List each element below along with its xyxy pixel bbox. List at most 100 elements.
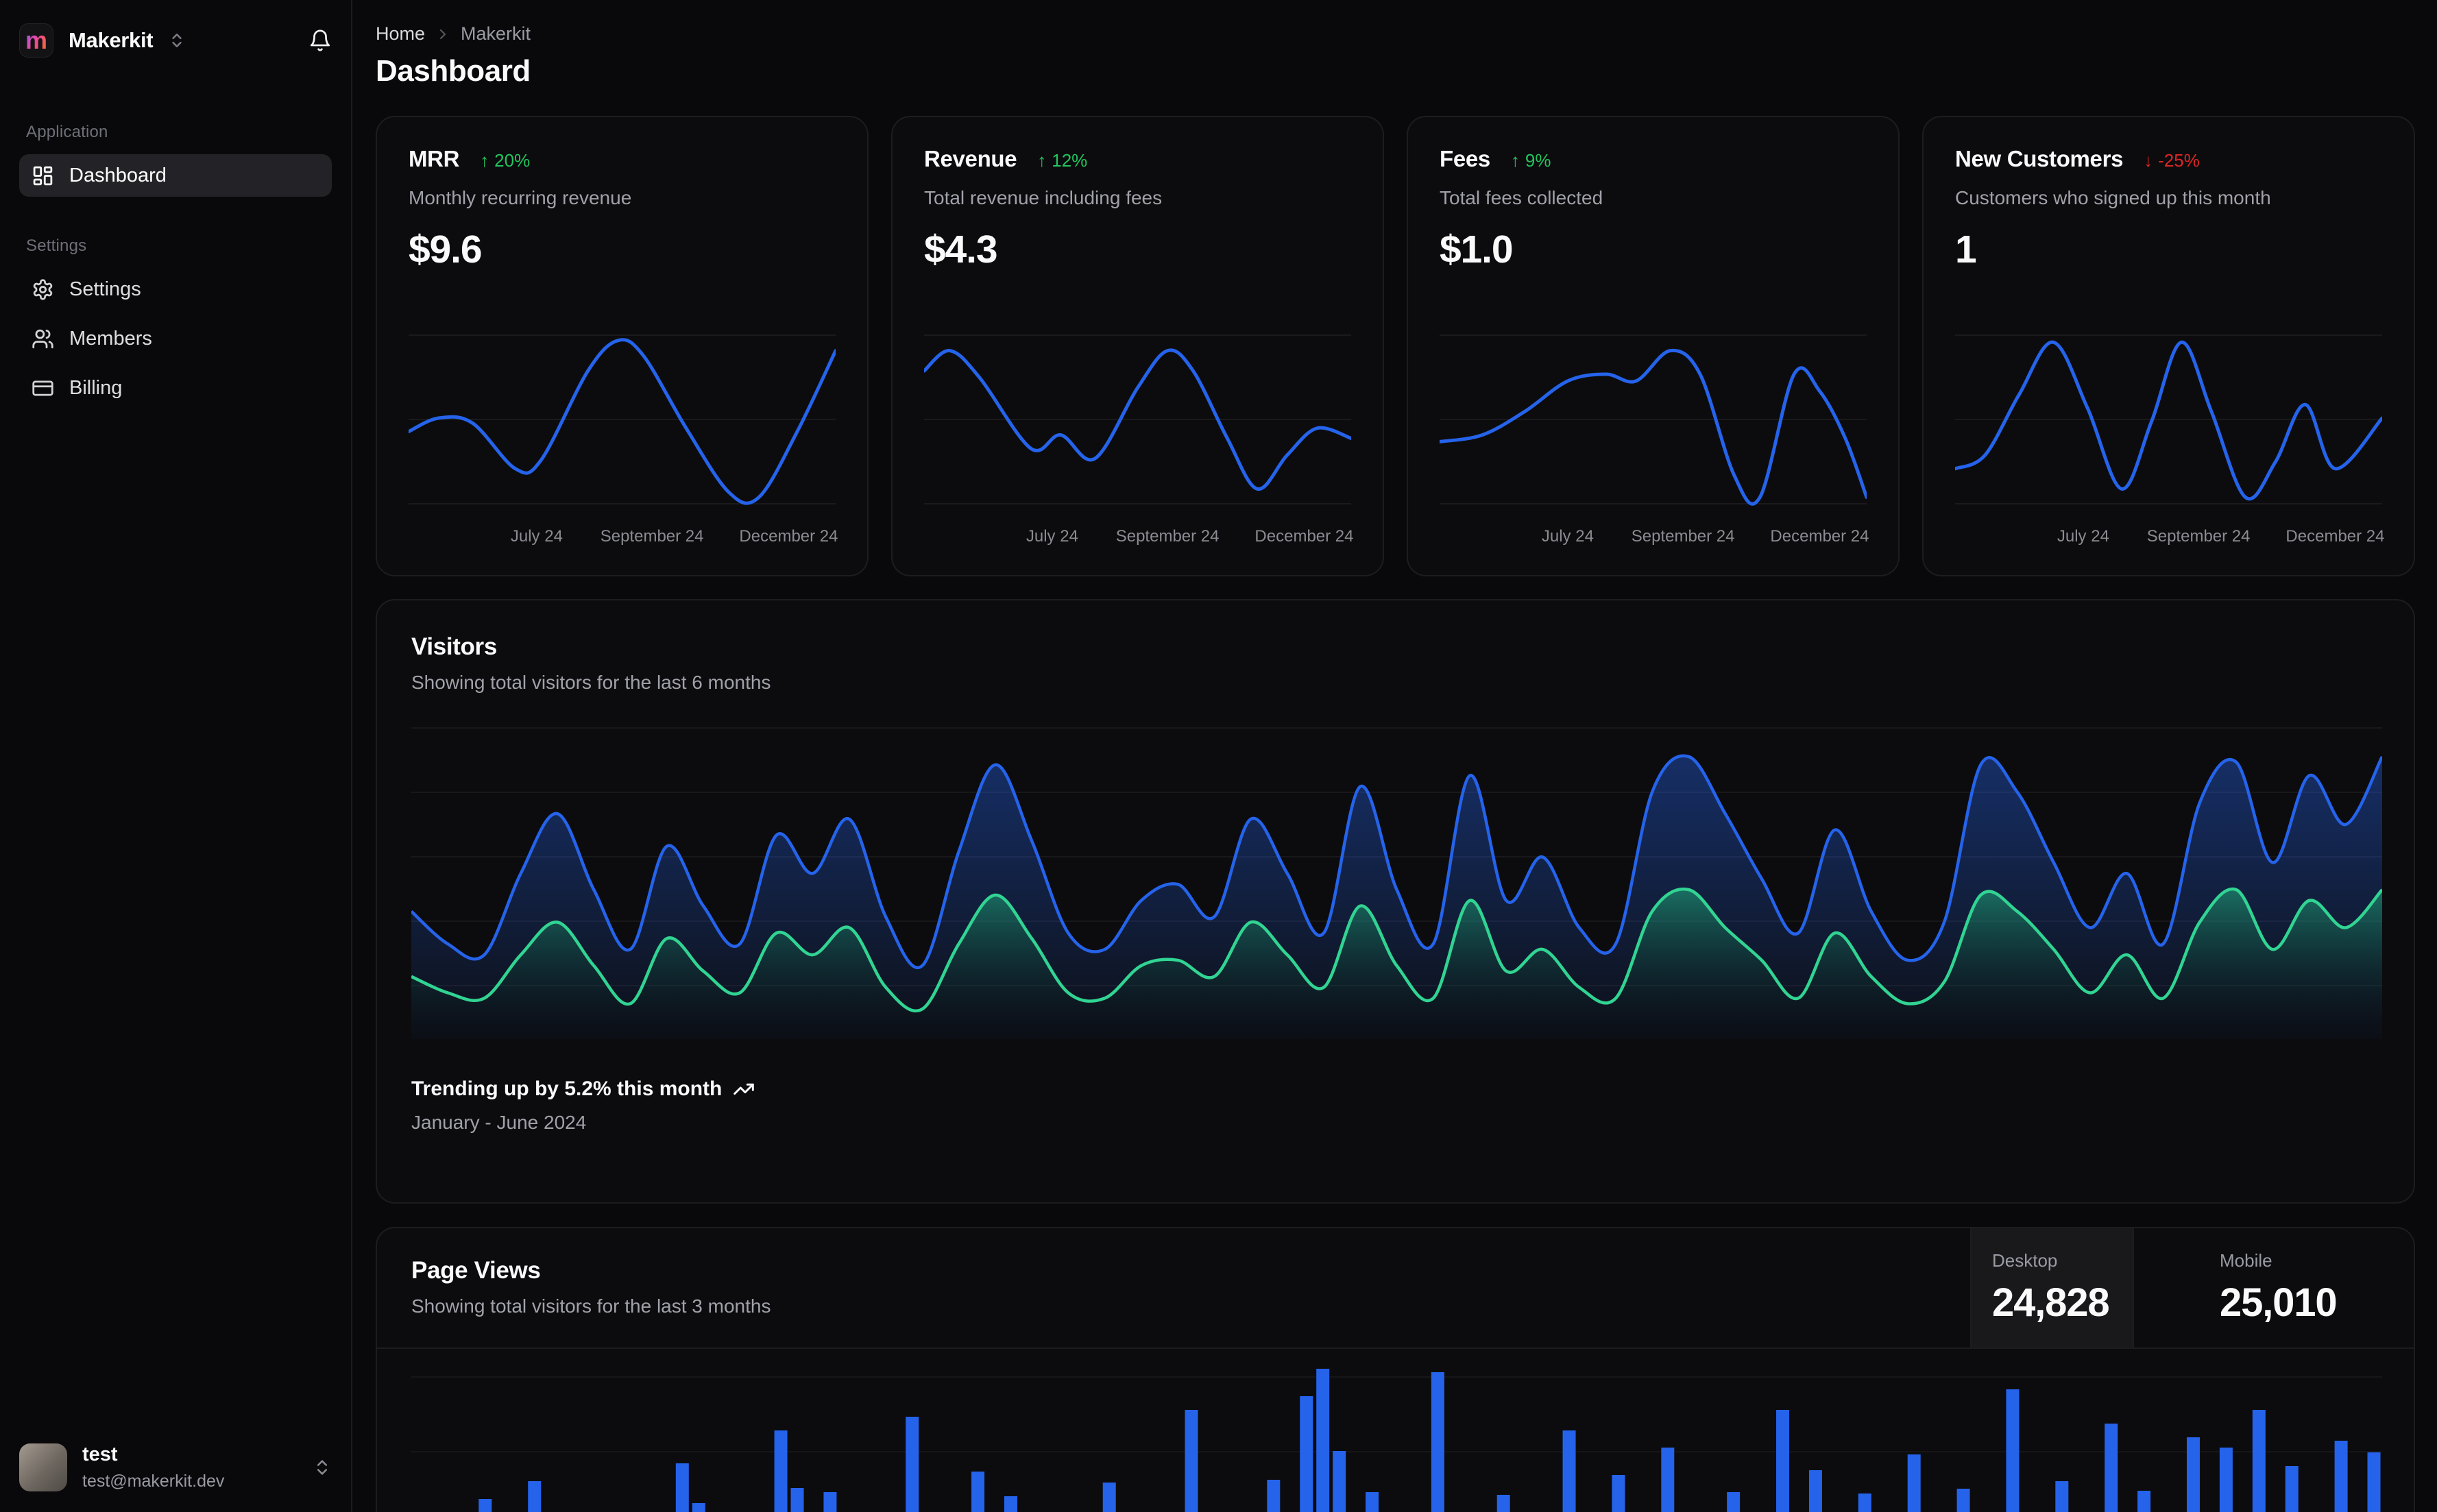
axis-tick: December 24	[1254, 527, 1354, 546]
sidebar-item-label: Members	[69, 327, 152, 350]
toggle-value: 24,828	[1992, 1280, 2110, 1325]
stat-card-fees: Fees ↑ 9% Total fees collected $1.0 July …	[1407, 116, 1900, 576]
trend-up-icon: ↑	[1510, 150, 1520, 171]
sidebar-item-label: Billing	[69, 376, 123, 399]
stat-value: 1	[1955, 228, 1977, 271]
user-menu[interactable]: test test@makerkit.dev	[19, 1443, 332, 1491]
axis-tick: July 24	[1541, 527, 1594, 546]
device-toggles: Desktop 24,828 Mobile 25,010	[1970, 1228, 2414, 1348]
trend-badge: ↑ 9%	[1511, 150, 1551, 171]
stat-description: Total revenue including fees	[924, 187, 1163, 208]
page-views-header: Page Views Showing total visitors for th…	[377, 1228, 2414, 1349]
breadcrumb-current: Makerkit	[461, 23, 531, 44]
sidebar-nav: Application Dashboard Settings Settings …	[19, 123, 332, 416]
toggle-desktop[interactable]: Desktop 24,828	[1970, 1228, 2133, 1348]
sidebar: m Makerkit Application Dashboard Setting…	[0, 0, 352, 1512]
toggle-label: Mobile	[2220, 1250, 2272, 1271]
axis-tick: July 24	[1026, 527, 1078, 546]
sidebar-item-dashboard[interactable]: Dashboard	[19, 154, 332, 197]
x-axis-labels: July 24 September 24 December 24	[1955, 527, 2385, 554]
sparkline-chart: July 24 September 24 December 24	[924, 326, 1354, 554]
trend-badge: ↑ 12%	[1037, 150, 1087, 171]
page-views-subtitle: Showing total visitors for the last 3 mo…	[411, 1295, 771, 1317]
axis-tick: September 24	[1631, 527, 1735, 546]
app-root: m Makerkit Application Dashboard Setting…	[0, 0, 2437, 1512]
stat-value: $1.0	[1440, 228, 1514, 271]
toggle-mobile[interactable]: Mobile 25,010	[2133, 1228, 2414, 1348]
visitors-title: Visitors	[411, 633, 497, 660]
notifications-button[interactable]	[308, 29, 332, 52]
axis-tick: September 24	[2146, 527, 2251, 546]
toggle-value: 25,010	[2220, 1280, 2338, 1325]
chevron-right-icon	[439, 29, 446, 39]
stat-title: New Customers	[1955, 146, 2124, 171]
stats-grid: MRR ↑ 20% Monthly recurring revenue $9.6 …	[376, 116, 2415, 576]
nav-section-settings: Settings	[26, 236, 87, 255]
stat-card-new-customers: New Customers ↓ -25% Customers who signed…	[1922, 116, 2415, 576]
trending-up-icon	[733, 1083, 755, 1095]
sidebar-header: m Makerkit	[19, 23, 332, 58]
main-content: Home Makerkit Dashboard MRR ↑ 20% Monthly…	[352, 0, 2437, 1512]
chevrons-up-down-icon	[317, 1460, 328, 1475]
stat-title: Fees	[1440, 146, 1490, 171]
gear-icon	[33, 278, 53, 300]
stat-card-mrr: MRR ↑ 20% Monthly recurring revenue $9.6 …	[376, 116, 869, 576]
sparkline-chart: July 24 September 24 December 24	[1440, 326, 1869, 554]
trend-value: -25%	[2158, 150, 2200, 171]
x-axis-labels: July 24 September 24 December 24	[409, 527, 838, 554]
nav-section-application: Application	[26, 123, 108, 141]
billing-icon	[32, 380, 53, 395]
axis-tick: December 24	[2286, 527, 2385, 546]
sidebar-item-label: Settings	[69, 278, 141, 300]
trend-value: 12%	[1052, 150, 1088, 171]
trend-badge: ↓ -25%	[2144, 150, 2200, 171]
stat-card-revenue: Revenue ↑ 12% Total revenue including fee…	[891, 116, 1384, 576]
trend-badge: ↑ 20%	[480, 150, 530, 171]
x-axis-labels: July 24 September 24 December 24	[924, 527, 1354, 554]
axis-tick: July 24	[2057, 527, 2109, 546]
toggle-label: Desktop	[1992, 1250, 2058, 1271]
page-views-card: Page Views Showing total visitors for th…	[376, 1227, 2415, 1512]
trend-text: Trending up by 5.2% this month	[411, 1077, 723, 1100]
trend-up-icon: ↑	[480, 150, 489, 171]
axis-tick: December 24	[1770, 527, 1869, 546]
page-views-title: Page Views	[411, 1257, 541, 1284]
breadcrumb: Home Makerkit	[376, 23, 2415, 45]
sparkline-chart: July 24 September 24 December 24	[409, 326, 838, 554]
logo-letter: m	[25, 26, 47, 54]
sidebar-item-members[interactable]: Members	[19, 317, 332, 360]
stat-value: $4.3	[924, 228, 998, 271]
sidebar-item-billing[interactable]: Billing	[19, 367, 332, 409]
stat-description: Total fees collected	[1440, 187, 1603, 208]
axis-tick: December 24	[739, 527, 838, 546]
visitors-trend-note: Trending up by 5.2% this month	[411, 1077, 2379, 1101]
user-name: test	[82, 1443, 118, 1465]
visitors-card: Visitors Showing total visitors for the …	[376, 599, 2415, 1204]
stat-title: MRR	[409, 146, 460, 171]
breadcrumb-home[interactable]: Home	[376, 23, 425, 45]
bell-icon	[310, 29, 330, 51]
page-title: Dashboard	[376, 54, 531, 88]
sidebar-item-label: Dashboard	[69, 164, 167, 186]
trend-value: 9%	[1525, 150, 1551, 171]
members-icon	[32, 329, 53, 348]
visitors-area-chart	[411, 727, 2382, 1039]
stat-value: $9.6	[409, 228, 483, 271]
workspace-selector[interactable]: m Makerkit	[19, 23, 186, 58]
sparkline-chart: July 24 September 24 December 24	[1955, 326, 2385, 554]
workspace-name: Makerkit	[69, 28, 154, 52]
stat-description: Monthly recurring revenue	[409, 187, 632, 208]
axis-tick: September 24	[1115, 527, 1220, 546]
stat-description: Customers who signed up this month	[1955, 187, 2271, 208]
stat-title: Revenue	[924, 146, 1017, 171]
sidebar-item-settings[interactable]: Settings	[19, 268, 332, 310]
makerkit-logo: m	[19, 23, 53, 58]
axis-tick: July 24	[510, 527, 563, 546]
trend-up-icon: ↑	[1037, 150, 1047, 171]
trend-value: 20%	[494, 150, 531, 171]
page-views-bar-chart	[377, 1349, 2414, 1512]
visitors-period: January - June 2024	[411, 1112, 587, 1133]
visitors-subtitle: Showing total visitors for the last 6 mo…	[411, 672, 771, 693]
dashboard-icon	[33, 166, 53, 185]
avatar	[19, 1443, 67, 1491]
